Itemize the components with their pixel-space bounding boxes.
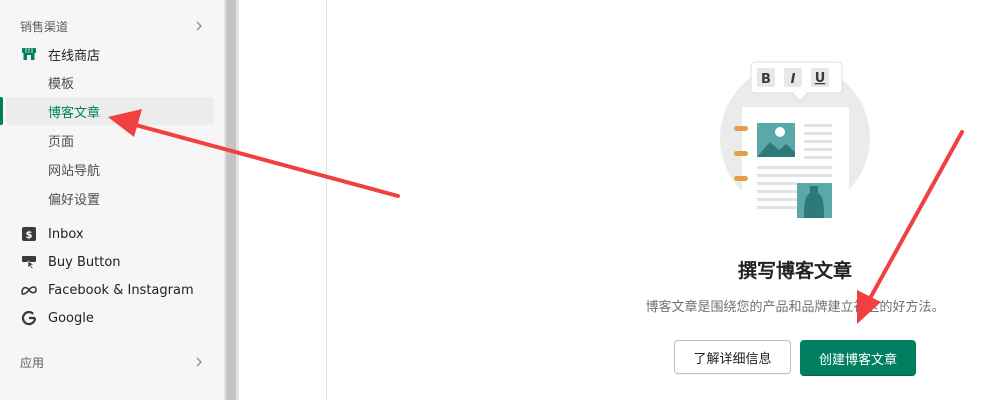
learn-more-button[interactable]: 了解详细信息	[674, 340, 791, 374]
preferences-label: 偏好设置	[48, 192, 101, 208]
sidebar-item-google[interactable]: Google	[20, 305, 94, 331]
sidebar: 销售渠道 在线商店 模板 博客文章 页面 网站导航 偏好设置 $ Inbox B…	[0, 0, 224, 400]
chevron-right-icon[interactable]	[194, 21, 204, 31]
buy-button-icon	[20, 253, 38, 271]
create-blog-post-label: 创建博客文章	[818, 352, 897, 368]
sidebar-item-blog-posts[interactable]: 博客文章	[48, 99, 100, 123]
create-blog-post-button[interactable]: 创建博客文章	[800, 340, 916, 376]
themes-label: 模板	[48, 76, 75, 92]
blog-post-illustration: B I U	[720, 61, 870, 220]
active-item-highlight	[6, 97, 214, 125]
chevron-right-icon[interactable]	[194, 357, 204, 367]
sidebar-item-themes[interactable]: 模板	[48, 70, 74, 94]
sidebar-item-buy-button[interactable]: Buy Button	[20, 249, 121, 275]
sales-channels-label: 销售渠道	[20, 19, 69, 34]
google-label: Google	[48, 310, 94, 326]
italic-icon: I	[791, 72, 796, 87]
sidebar-item-navigation[interactable]: 网站导航	[48, 157, 100, 181]
apps-label: 应用	[20, 355, 45, 370]
sales-channels-header[interactable]: 销售渠道	[20, 15, 204, 37]
buy-button-label: Buy Button	[48, 254, 121, 270]
bold-icon: B	[761, 72, 771, 87]
inbox-label: Inbox	[48, 226, 84, 242]
secondary-panel	[239, 0, 327, 400]
underline-icon: U	[815, 71, 826, 86]
sidebar-item-online-store[interactable]: 在线商店	[20, 41, 100, 67]
svg-text:$: $	[26, 230, 33, 241]
inbox-icon: $	[20, 225, 38, 243]
empty-state-title: 撰写博客文章	[737, 260, 852, 282]
sidebar-item-inbox[interactable]: $ Inbox	[20, 221, 84, 247]
learn-more-label: 了解详细信息	[693, 351, 772, 367]
online-store-label: 在线商店	[48, 48, 101, 64]
pages-label: 页面	[48, 134, 75, 150]
store-icon	[20, 45, 38, 63]
facebook-instagram-label: Facebook & Instagram	[48, 282, 194, 298]
meta-icon	[20, 281, 38, 299]
blog-posts-label: 博客文章	[48, 105, 101, 121]
empty-state-description: 博客文章是围绕您的产品和品牌建立社区的好方法。	[645, 300, 945, 315]
google-icon	[20, 309, 38, 327]
sidebar-scrollbar-thumb[interactable]	[226, 0, 236, 400]
sidebar-item-pages[interactable]: 页面	[48, 128, 74, 152]
divider	[326, 0, 327, 400]
navigation-label: 网站导航	[48, 163, 101, 179]
sidebar-item-preferences[interactable]: 偏好设置	[48, 186, 100, 210]
apps-header[interactable]: 应用	[20, 351, 204, 373]
sidebar-item-facebook-instagram[interactable]: Facebook & Instagram	[20, 277, 194, 303]
active-item-indicator	[0, 97, 3, 125]
